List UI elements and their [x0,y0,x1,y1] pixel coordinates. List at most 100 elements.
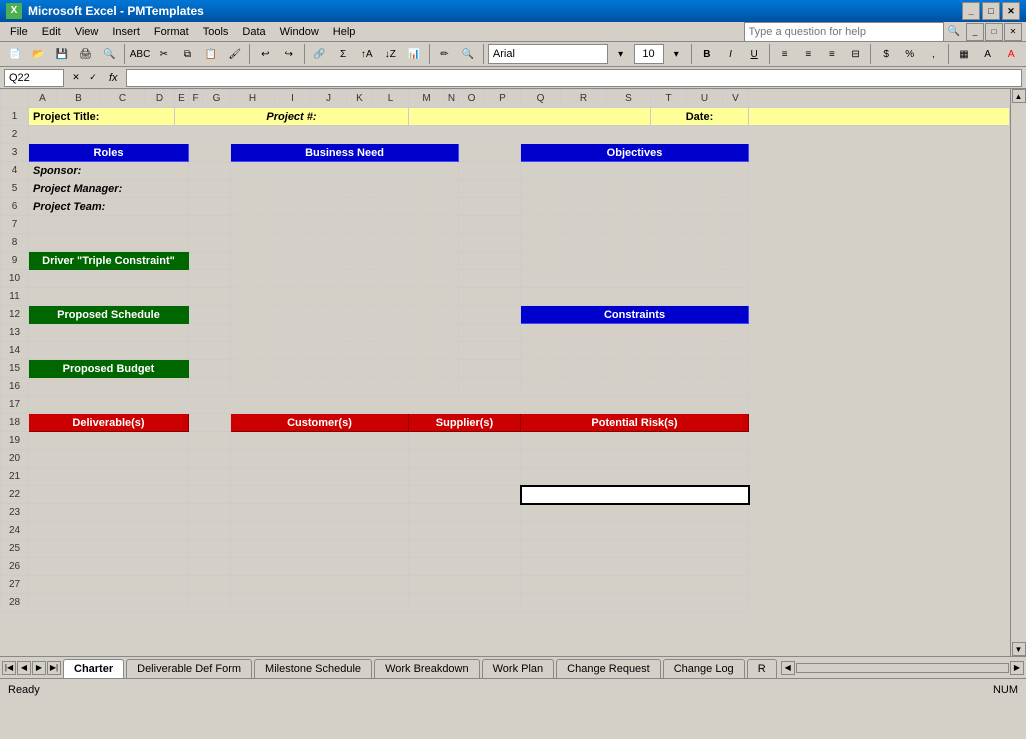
col-header-p[interactable]: P [485,90,521,108]
menu-help[interactable]: Help [327,24,362,40]
cell-business-need-row5[interactable] [231,180,459,198]
cell-business-need-row11[interactable] [231,288,459,306]
cell-objectives-row7[interactable] [521,216,749,234]
tab-milestone-schedule[interactable]: Milestone Schedule [254,659,372,678]
cell-business-need-row14[interactable] [231,342,459,360]
col-header-i[interactable]: I [275,90,311,108]
cell-row6-ef[interactable] [189,198,231,216]
cell-row10-no[interactable] [459,270,521,288]
menu-insert[interactable]: Insert [106,24,146,40]
cell-constraints-row15[interactable] [521,360,749,378]
align-center-button[interactable]: ≡ [798,43,820,65]
cell-row27-cust[interactable] [231,576,409,594]
help-search-input[interactable] [744,22,944,42]
horizontal-scrollbar[interactable]: ◀ ▶ [779,657,1026,678]
menu-file[interactable]: File [4,24,34,40]
bold-button[interactable]: B [696,43,718,65]
menu-window[interactable]: Window [274,24,325,40]
undo-button[interactable]: ↩ [254,43,276,65]
vertical-scrollbar[interactable]: ▲ ▼ [1010,89,1026,656]
scroll-down-button[interactable]: ▼ [1012,642,1026,656]
tab-change-log[interactable]: Change Log [663,659,745,678]
cell-row27-supp[interactable] [409,576,521,594]
cell-row7-roles[interactable] [29,216,189,234]
cell-row28-supp[interactable] [409,594,521,612]
cell-business-need-header[interactable]: Business Need [231,144,459,162]
cell-row22-supp[interactable] [409,486,521,504]
col-header-a[interactable]: A [29,90,57,108]
cell-objectives-row6[interactable] [521,198,749,216]
cell-row23-cust[interactable] [231,504,409,522]
tab-nav-controls[interactable]: |◀ ◀ ▶ ▶| [0,657,63,678]
open-button[interactable]: 📂 [28,43,50,65]
cell-row23-del[interactable] [29,504,189,522]
save-button[interactable]: 💾 [51,43,73,65]
cell-row19-cust[interactable] [231,432,409,450]
menu-data[interactable]: Data [236,24,271,40]
cell-row25-cust[interactable] [231,540,409,558]
cell-row22-cust[interactable] [231,486,409,504]
cell-suppliers-header[interactable]: Supplier(s) [409,414,521,432]
cell-row13-no[interactable] [459,324,521,342]
cell-row24-cust[interactable] [231,522,409,540]
cell-row19-supp[interactable] [409,432,521,450]
cell-row26-ef[interactable] [189,558,231,576]
cell-row4-ef[interactable] [189,162,231,180]
cell-objectives-row10[interactable] [521,270,749,288]
cell-row9-no[interactable] [459,252,521,270]
font-color-button[interactable]: A [1000,43,1022,65]
cell-row11-roles[interactable] [29,288,189,306]
scroll-left-button[interactable]: ◀ [781,661,795,675]
cell-business-need-row12[interactable] [231,306,459,324]
close-button[interactable]: ✕ [1002,2,1020,20]
cell-team[interactable]: Project Team: [29,198,189,216]
cell-business-need-row9[interactable] [231,252,459,270]
copy-button[interactable]: ⧉ [177,43,199,65]
cut-button[interactable]: ✂ [153,43,175,65]
cell-row8-ef[interactable] [189,234,231,252]
cell-row19-del[interactable] [29,432,189,450]
cell-row3-ef[interactable] [189,144,231,162]
cell-row23-risk[interactable] [521,504,749,522]
cell-row20-del[interactable] [29,450,189,468]
tab-charter[interactable]: Charter [63,659,124,678]
cell-row20-supp[interactable] [409,450,521,468]
cell-risks-header[interactable]: Potential Risk(s) [521,414,749,432]
font-size-input[interactable] [634,44,664,64]
cell-business-need-row10[interactable] [231,270,459,288]
comma-button[interactable]: , [923,43,945,65]
help-minimize-button[interactable]: _ [966,23,984,41]
cell-row25-del[interactable] [29,540,189,558]
paste-button[interactable]: 📋 [200,43,222,65]
menu-view[interactable]: View [69,24,105,40]
cell-row13-sched[interactable] [29,324,189,342]
col-header-f[interactable]: F [189,90,203,108]
col-header-o[interactable]: O [459,90,485,108]
align-left-button[interactable]: ≡ [774,43,796,65]
col-header-q[interactable]: Q [521,90,561,108]
cell-objectives-header[interactable]: Objectives [521,144,749,162]
cell-row24-risk[interactable] [521,522,749,540]
confirm-formula-btn[interactable]: ✓ [85,70,101,86]
redo-button[interactable]: ↪ [278,43,300,65]
cell-row15-ef[interactable] [189,360,231,378]
col-header-c[interactable]: C [101,90,145,108]
cell-business-need-row8[interactable] [231,234,459,252]
menu-edit[interactable]: Edit [36,24,67,40]
underline-button[interactable]: U [743,43,765,65]
menu-format[interactable]: Format [148,24,195,40]
cell-row24-ef[interactable] [189,522,231,540]
cell-row26-cust[interactable] [231,558,409,576]
col-header-n[interactable]: N [445,90,459,108]
cell-row10-roles[interactable] [29,270,189,288]
cell-row24-supp[interactable] [409,522,521,540]
cell-reference-input[interactable] [4,69,64,87]
cell-row23-ef[interactable] [189,504,231,522]
minimize-button[interactable]: _ [962,2,980,20]
cell-constraints-header[interactable]: Constraints [521,306,749,324]
cell-row21-cust[interactable] [231,468,409,486]
cancel-formula-btn[interactable]: ✕ [68,70,84,86]
cell-row26-risk[interactable] [521,558,749,576]
cell-date1[interactable]: Date: [651,108,749,126]
cell-business-need-row16[interactable] [231,378,459,396]
